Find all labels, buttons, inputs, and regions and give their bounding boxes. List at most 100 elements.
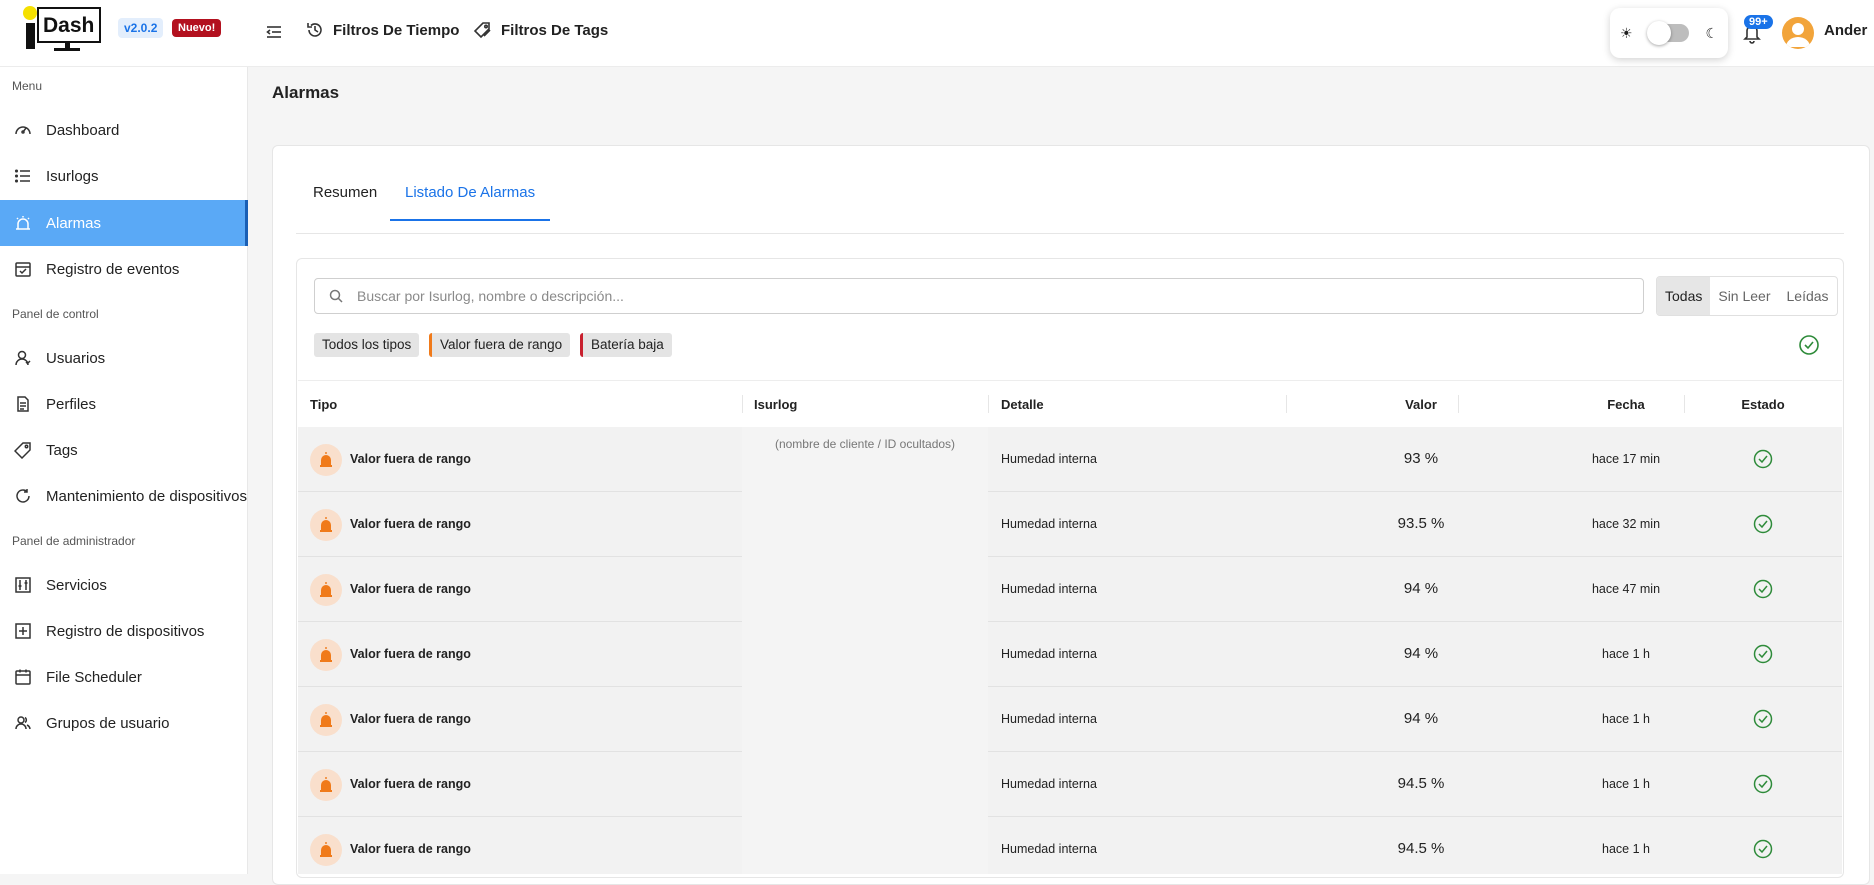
sidebar-item-perfiles[interactable]: Perfiles [0,381,248,427]
sidebar-item-isurlogs[interactable]: Isurlogs [0,153,248,199]
sidebar-section-panel-control: Panel de control [12,307,99,321]
read-status-check-icon[interactable] [1753,579,1773,599]
tab-listado-alarmas[interactable]: Listado De Alarmas [390,184,551,221]
filter-sin-leer[interactable]: Sin Leer [1710,277,1778,315]
tag-filters-button[interactable]: Filtros De Tags [473,20,608,40]
theme-switch[interactable] [1647,21,1689,45]
sidebar-item-usuarios[interactable]: Usuarios [0,335,248,381]
table-header: Tipo Isurlog Detalle Valor Fecha Estado [298,380,1842,426]
tab-resumen[interactable]: Resumen [313,184,377,219]
user-icon [15,350,31,366]
alarm-type: Valor fuera de rango [350,712,471,726]
alarm-type-icon [310,704,342,736]
user-avatar[interactable] [1782,17,1814,49]
sidebar-item-servicios[interactable]: Servicios [0,562,248,608]
alarm-value: 93.5 % [1397,515,1445,532]
alarm-date: hace 17 min [1591,452,1661,466]
alarm-date: hace 32 min [1591,517,1661,531]
alarm-type-icon [310,834,342,866]
search-input[interactable] [357,288,1557,304]
calendar-icon [15,669,31,685]
alarm-value: 94 % [1403,580,1439,597]
alarm-type-icon [310,509,342,541]
chip-todos-tipos[interactable]: Todos los tipos [314,333,420,357]
alarm-icon [16,216,30,230]
alarm-value: 94.5 % [1397,775,1445,792]
chip-bateria-baja[interactable]: Batería baja [580,333,672,357]
table-row[interactable]: Valor fuera de rango Humedad interna 94.… [298,817,1842,874]
user-group-icon [15,716,31,730]
user-name[interactable]: Ander [1824,22,1867,39]
alarm-value: 93 % [1403,450,1439,467]
alarm-date: hace 1 h [1602,842,1650,856]
sidebar-item-registro-eventos[interactable]: Registro de eventos [0,246,248,292]
filter-todas[interactable]: Todas [1657,277,1711,315]
alarm-value: 94 % [1403,710,1439,727]
new-badge[interactable]: Nuevo! [172,19,222,37]
alarm-value: 94 % [1403,645,1439,662]
sun-icon: ☀ [1620,24,1633,41]
sidebar-item-label: Alarmas [46,214,102,232]
alarm-type-icon [310,574,342,606]
alarm-detail: Humedad interna [1001,582,1097,596]
refresh-icon [16,489,30,503]
sidebar-item-mantenimiento[interactable]: Mantenimiento de dispositivos [0,473,248,519]
tags-icon [473,22,491,39]
read-status-check-icon[interactable] [1753,449,1773,469]
sidebar-item-grupos-usuario[interactable]: Grupos de usuario [0,700,248,746]
read-status-check-icon[interactable] [1753,514,1773,534]
time-filters-button[interactable]: Filtros De Tiempo [305,20,459,40]
calendar-check-icon [15,262,31,277]
logo-text: Dash [43,14,94,37]
read-status-check-icon[interactable] [1753,774,1773,794]
sidebar: Menu Dashboard Isurlogs Alarmas Registro… [0,67,248,874]
read-status-check-icon[interactable] [1753,644,1773,664]
alarm-date: hace 47 min [1591,582,1661,596]
sidebar-item-tags[interactable]: Tags [0,427,248,473]
table-row[interactable]: Valor fuera de rango Humedad interna 94.… [298,752,1842,817]
read-status-check-icon[interactable] [1753,839,1773,859]
mark-all-read-icon[interactable] [1798,334,1820,356]
clock-history-icon [307,23,322,37]
sidebar-item-label: Usuarios [46,349,106,367]
sidebar-item-label: Registro de dispositivos [46,622,205,640]
table-row[interactable]: Valor fuera de rango Humedad interna 93 … [298,427,1842,492]
alarm-type: Valor fuera de rango [350,452,471,466]
sidebar-item-dashboard[interactable]: Dashboard [0,107,248,153]
list-icon [14,169,30,183]
read-status-check-icon[interactable] [1753,709,1773,729]
menu-collapse-icon[interactable] [264,22,284,42]
sidebar-item-file-scheduler[interactable]: File Scheduler [0,654,248,700]
table-row[interactable]: Valor fuera de rango Humedad interna 94 … [298,687,1842,752]
sidebar-item-label: Mantenimiento de dispositivos [46,487,247,505]
plus-square-icon [15,623,31,639]
isurlog-hidden-note: (nombre de cliente / ID ocultados) [774,437,956,451]
page-title: Alarmas [272,83,340,102]
column-valor: Valor [1405,397,1437,412]
alarm-date: hace 1 h [1602,712,1650,726]
filter-leidas[interactable]: Leídas [1779,277,1837,315]
chip-valor-fuera-rango[interactable]: Valor fuera de rango [429,333,571,357]
sidebar-item-registro-dispositivos[interactable]: Registro de dispositivos [0,608,248,654]
notifications-badge[interactable]: 99+ [1744,15,1773,29]
sidebar-item-label: Dashboard [46,121,120,139]
theme-toggle-panel: ☀ ☾ [1610,8,1728,58]
table-row[interactable]: Valor fuera de rango Humedad interna 94 … [298,557,1842,622]
search-box[interactable] [314,278,1644,314]
alarm-type: Valor fuera de rango [350,842,471,856]
tabs: Resumen Listado De Alarmas [296,172,1844,234]
table-row[interactable]: Valor fuera de rango Humedad interna 94 … [298,622,1842,687]
sidebar-item-alarmas[interactable]: Alarmas [0,200,248,246]
alarm-detail: Humedad interna [1001,712,1097,726]
idash-logo[interactable]: Dash [22,6,104,52]
alarm-type: Valor fuera de rango [350,582,471,596]
alarm-type: Valor fuera de rango [350,647,471,661]
sidebar-item-label: Registro de eventos [46,260,180,278]
alarm-type: Valor fuera de rango [350,777,471,791]
table-row[interactable]: Valor fuera de rango Humedad interna 93.… [298,492,1842,557]
avatar-person-icon [1786,23,1810,47]
alarm-detail: Humedad interna [1001,777,1097,791]
search-icon [329,289,343,303]
tag-icon [14,442,31,459]
alarm-type: Valor fuera de rango [350,517,471,531]
